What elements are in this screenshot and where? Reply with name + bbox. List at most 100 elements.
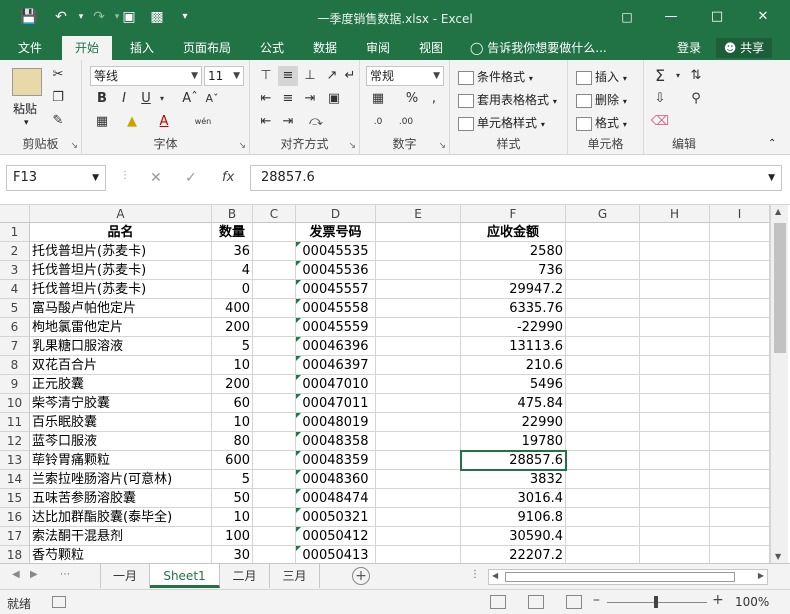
row-header[interactable]: 16 — [0, 508, 30, 527]
table-cell[interactable]: 0 — [212, 280, 253, 299]
header-cell[interactable] — [566, 223, 640, 242]
prev-sheet-icon[interactable]: ◀ — [12, 569, 20, 580]
merge-center-icon[interactable]: ▣ — [324, 89, 344, 109]
table-cell[interactable] — [253, 356, 296, 375]
paste-icon[interactable] — [12, 68, 42, 96]
tab-splitter-icon[interactable]: ⋮ — [470, 569, 480, 580]
increase-indent-icon[interactable]: ⇥ — [278, 112, 298, 132]
table-cell[interactable]: 4 — [212, 261, 253, 280]
table-cell[interactable]: 00048358 — [296, 432, 376, 451]
table-cell[interactable]: 22990 — [461, 413, 566, 432]
row-header[interactable]: 4 — [0, 280, 30, 299]
row-header[interactable]: 15 — [0, 489, 30, 508]
select-all-corner[interactable] — [0, 205, 30, 223]
table-cell[interactable] — [566, 337, 640, 356]
table-cell[interactable] — [566, 527, 640, 546]
table-cell[interactable]: 荜铃胃痛颗粒 — [30, 451, 212, 470]
scroll-left-icon[interactable]: ◀ — [492, 571, 498, 580]
tab-insert[interactable]: 插入 — [120, 36, 164, 60]
table-cell[interactable] — [566, 413, 640, 432]
table-cell[interactable] — [566, 242, 640, 261]
autosum-icon[interactable]: Σ — [650, 66, 670, 86]
cut-icon[interactable]: ✂ — [48, 65, 68, 85]
comma-style-icon[interactable]: , — [424, 89, 444, 109]
border-icon[interactable]: ▦ — [92, 112, 112, 132]
column-header-c[interactable]: C — [253, 205, 296, 223]
table-cell[interactable]: 蓝芩口服液 — [30, 432, 212, 451]
wrap-text-icon[interactable]: ↵ — [340, 66, 360, 86]
table-cell[interactable] — [376, 356, 461, 375]
phonetic-button[interactable]: wén — [186, 112, 220, 132]
table-cell[interactable] — [566, 261, 640, 280]
tell-me-box[interactable]: ◯ 告诉我你想要做什么... — [470, 36, 607, 60]
orientation-icon[interactable]: ↗ — [322, 66, 342, 86]
table-cell[interactable]: 兰索拉唑肠溶片(可意林) — [30, 470, 212, 489]
table-cell[interactable]: 200 — [212, 318, 253, 337]
table-cell[interactable]: 3832 — [461, 470, 566, 489]
table-cell[interactable] — [640, 280, 710, 299]
table-cell[interactable] — [376, 337, 461, 356]
scroll-up-icon[interactable]: ▲ — [775, 207, 781, 216]
table-cell[interactable]: 托伐普坦片(苏麦卡) — [30, 280, 212, 299]
column-header-b[interactable]: B — [212, 205, 253, 223]
table-cell[interactable]: 9106.8 — [461, 508, 566, 527]
row-header[interactable]: 18 — [0, 546, 30, 563]
table-cell[interactable]: 双花百合片 — [30, 356, 212, 375]
row-header[interactable]: 2 — [0, 242, 30, 261]
row-header[interactable]: 13 — [0, 451, 30, 470]
table-cell[interactable]: 索法酮干混悬剂 — [30, 527, 212, 546]
table-cell[interactable]: 80 — [212, 432, 253, 451]
find-select-icon[interactable]: ⚲ — [686, 89, 706, 109]
table-cell[interactable] — [710, 280, 770, 299]
align-middle-icon[interactable]: ≡ — [278, 66, 298, 86]
row-header[interactable]: 17 — [0, 527, 30, 546]
increase-font-icon[interactable]: Aˆ — [180, 89, 200, 109]
fill-color-icon[interactable]: ▲ — [122, 112, 142, 132]
number-format-combo[interactable]: 常规 ▼ — [366, 66, 444, 86]
header-cell[interactable] — [376, 223, 461, 242]
font-color-icon[interactable]: A — [154, 112, 174, 132]
table-cell[interactable] — [710, 394, 770, 413]
row-header[interactable]: 8 — [0, 356, 30, 375]
header-cell[interactable] — [710, 223, 770, 242]
zoom-out-icon[interactable]: – — [593, 592, 600, 608]
clear-icon[interactable]: ⌫ — [650, 112, 670, 132]
table-cell[interactable] — [710, 356, 770, 375]
table-cell[interactable]: 30590.4 — [461, 527, 566, 546]
table-cell[interactable] — [253, 242, 296, 261]
table-cell[interactable]: 乳果糖口服溶液 — [30, 337, 212, 356]
table-cell[interactable]: 柴芩清宁胶囊 — [30, 394, 212, 413]
table-cell[interactable] — [253, 318, 296, 337]
table-cell[interactable] — [253, 489, 296, 508]
table-cell[interactable] — [253, 299, 296, 318]
table-cell[interactable]: 00045559 — [296, 318, 376, 337]
table-cell[interactable]: 400 — [212, 299, 253, 318]
table-cell[interactable]: 210.6 — [461, 356, 566, 375]
table-cell[interactable] — [566, 280, 640, 299]
table-cell[interactable] — [710, 489, 770, 508]
paste-dropdown-icon[interactable]: ▾ — [24, 118, 29, 128]
formula-input[interactable]: 28857.6 ▼ — [250, 165, 782, 191]
sheet-tab-sheet1[interactable]: Sheet1 — [150, 564, 220, 588]
table-cell[interactable]: 达比加群酯胶囊(泰毕全) — [30, 508, 212, 527]
table-cell[interactable] — [710, 527, 770, 546]
autosum-dropdown-icon[interactable]: ▾ — [668, 66, 688, 86]
horizontal-scrollbar[interactable]: ◀ ▶ — [488, 569, 768, 585]
table-cell[interactable]: 36 — [212, 242, 253, 261]
percent-style-icon[interactable]: % — [402, 89, 422, 109]
column-header-g[interactable]: G — [566, 205, 640, 223]
table-cell[interactable] — [253, 470, 296, 489]
row-header[interactable]: 3 — [0, 261, 30, 280]
table-cell[interactable]: 6335.76 — [461, 299, 566, 318]
decrease-indent-icon[interactable]: ⇤ — [256, 112, 276, 132]
table-cell[interactable]: 00045535 — [296, 242, 376, 261]
table-cell[interactable]: 60 — [212, 394, 253, 413]
table-cell[interactable] — [566, 394, 640, 413]
tab-page-layout[interactable]: 页面布局 — [174, 36, 240, 60]
clipboard-launcher-icon[interactable]: ↘ — [70, 141, 78, 151]
table-cell[interactable] — [376, 318, 461, 337]
table-cell[interactable]: -22990 — [461, 318, 566, 337]
table-cell[interactable] — [710, 413, 770, 432]
table-cell[interactable] — [376, 470, 461, 489]
table-cell[interactable]: 3016.4 — [461, 489, 566, 508]
